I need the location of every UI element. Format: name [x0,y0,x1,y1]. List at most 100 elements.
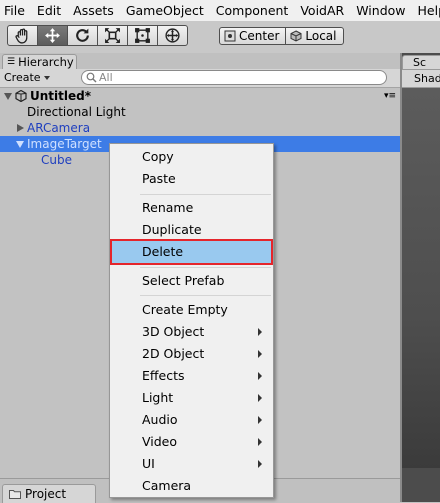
submenu-arrow-icon [258,372,262,380]
hierarchy-tabbar: ☰ Hierarchy [0,53,400,70]
expand-arrow-icon[interactable] [4,93,12,100]
menu-separator [140,194,271,195]
expand-arrow-icon[interactable] [17,124,24,132]
shading-mode-dropdown[interactable]: Shad [414,72,440,85]
transform-tool-button[interactable] [157,25,188,46]
move-tool-button[interactable] [37,25,68,46]
submenu-arrow-icon [258,438,262,446]
menu-item-create-empty[interactable]: Create Empty [112,299,271,321]
pivot-local-label: Local [305,29,337,43]
hierarchy-toolbar: Create [0,69,400,88]
menu-item-video[interactable]: Video [112,431,271,453]
hierarchy-item-directional-light[interactable]: Directional Light [0,104,400,120]
rect-tool-icon [135,28,150,43]
menu-item-label: Audio [142,412,178,427]
unity-scene-icon [15,90,27,102]
collapse-arrow-icon[interactable] [16,141,24,148]
main-toolbar: Center Local [0,21,440,54]
create-dropdown[interactable]: Create [4,71,50,85]
menu-window[interactable]: Window [350,0,411,21]
menu-help[interactable]: Help [412,0,440,21]
hand-icon [15,28,28,44]
context-menu: Copy Paste Rename Duplicate Delete Selec… [109,143,274,498]
scene-name: Untitled* [30,89,91,103]
hierarchy-item-arcamera[interactable]: ARCamera [0,120,400,136]
scale-icon [105,28,120,43]
rotate-icon [76,28,89,42]
local-cube-icon [290,30,302,42]
menu-item-label: Effects [142,368,185,383]
menu-item-label: Select Prefab [142,273,225,288]
rotate-tool-button[interactable] [67,25,98,46]
menu-item-duplicate[interactable]: Duplicate [112,219,271,241]
menu-item-label: Create Empty [142,302,228,317]
menu-item-label: Light [142,390,174,405]
pivot-center-label: Center [239,29,280,43]
tab-hierarchy[interactable]: ☰ Hierarchy [2,54,77,70]
menu-file[interactable]: File [0,0,31,21]
menu-item-select-prefab[interactable]: Select Prefab [112,270,271,292]
item-label: ARCamera [27,121,91,135]
menu-separator [140,267,271,268]
item-label: Directional Light [27,105,126,119]
menu-item-label: Copy [142,149,174,164]
menu-item-light[interactable]: Light [112,387,271,409]
move-icon [45,28,60,43]
chevron-down-icon [43,76,50,80]
scene-options-icon[interactable]: ▾≡ [384,92,396,101]
menu-item-3d-object[interactable]: 3D Object [112,321,271,343]
menu-voidar[interactable]: VoidAR [294,0,350,21]
menu-item-rename[interactable]: Rename [112,197,271,219]
project-tab-label: Project [25,487,67,501]
menu-item-label: Camera [142,478,192,493]
menu-item-paste[interactable]: Paste [112,168,271,190]
menu-item-label: 2D Object [142,346,205,361]
menu-item-label: Paste [142,171,176,186]
scene-row[interactable]: Untitled* ▾≡ [0,88,400,104]
menu-assets[interactable]: Assets [67,0,120,21]
item-label: ImageTarget [27,137,102,151]
menu-item-effects[interactable]: Effects [112,365,271,387]
submenu-arrow-icon [258,394,262,402]
menu-bar: File Edit Assets GameObject Component Vo… [0,0,440,21]
tab-scene[interactable]: Sc [402,55,440,70]
menu-item-label: Video [142,434,178,449]
hierarchy-search [81,70,387,85]
menu-item-2d-object[interactable]: 2D Object [112,343,271,365]
menu-edit[interactable]: Edit [31,0,67,21]
menu-gameobject[interactable]: GameObject [120,0,210,21]
menu-item-camera[interactable]: Camera [112,475,271,497]
hand-tool-button[interactable] [7,25,38,46]
submenu-arrow-icon [258,416,262,424]
folder-icon [9,490,21,499]
transform-tool-icon [165,28,180,43]
list-icon: ☰ [7,57,16,67]
search-input[interactable] [99,71,359,84]
hierarchy-tab-label: Hierarchy [18,55,74,69]
pivot-toggles: Center Local [219,27,344,45]
menu-item-delete[interactable]: Delete [110,239,273,265]
menu-separator [140,295,271,296]
menu-item-audio[interactable]: Audio [112,409,271,431]
menu-item-label: 3D Object [142,324,205,339]
create-label: Create [4,71,41,84]
item-label: Cube [41,153,72,167]
search-icon [86,72,97,83]
pivot-center-button[interactable]: Center [219,27,287,45]
tab-project[interactable]: Project [2,484,96,503]
pivot-local-button[interactable]: Local [285,27,344,45]
scene-toolbar: Shad [402,70,440,88]
rect-tool-button[interactable] [127,25,158,46]
scale-tool-button[interactable] [97,25,128,46]
menu-item-label: UI [142,456,155,471]
transform-tools [7,25,188,46]
menu-item-label: Duplicate [142,222,202,237]
menu-item-copy[interactable]: Copy [112,146,271,168]
menu-item-label: Delete [142,244,184,259]
submenu-arrow-icon [258,460,262,468]
scene-tab-label: Sc [413,56,427,69]
submenu-arrow-icon [258,328,262,336]
scene-viewport[interactable] [402,88,440,468]
menu-item-ui[interactable]: UI [112,453,271,475]
menu-component[interactable]: Component [210,0,295,21]
